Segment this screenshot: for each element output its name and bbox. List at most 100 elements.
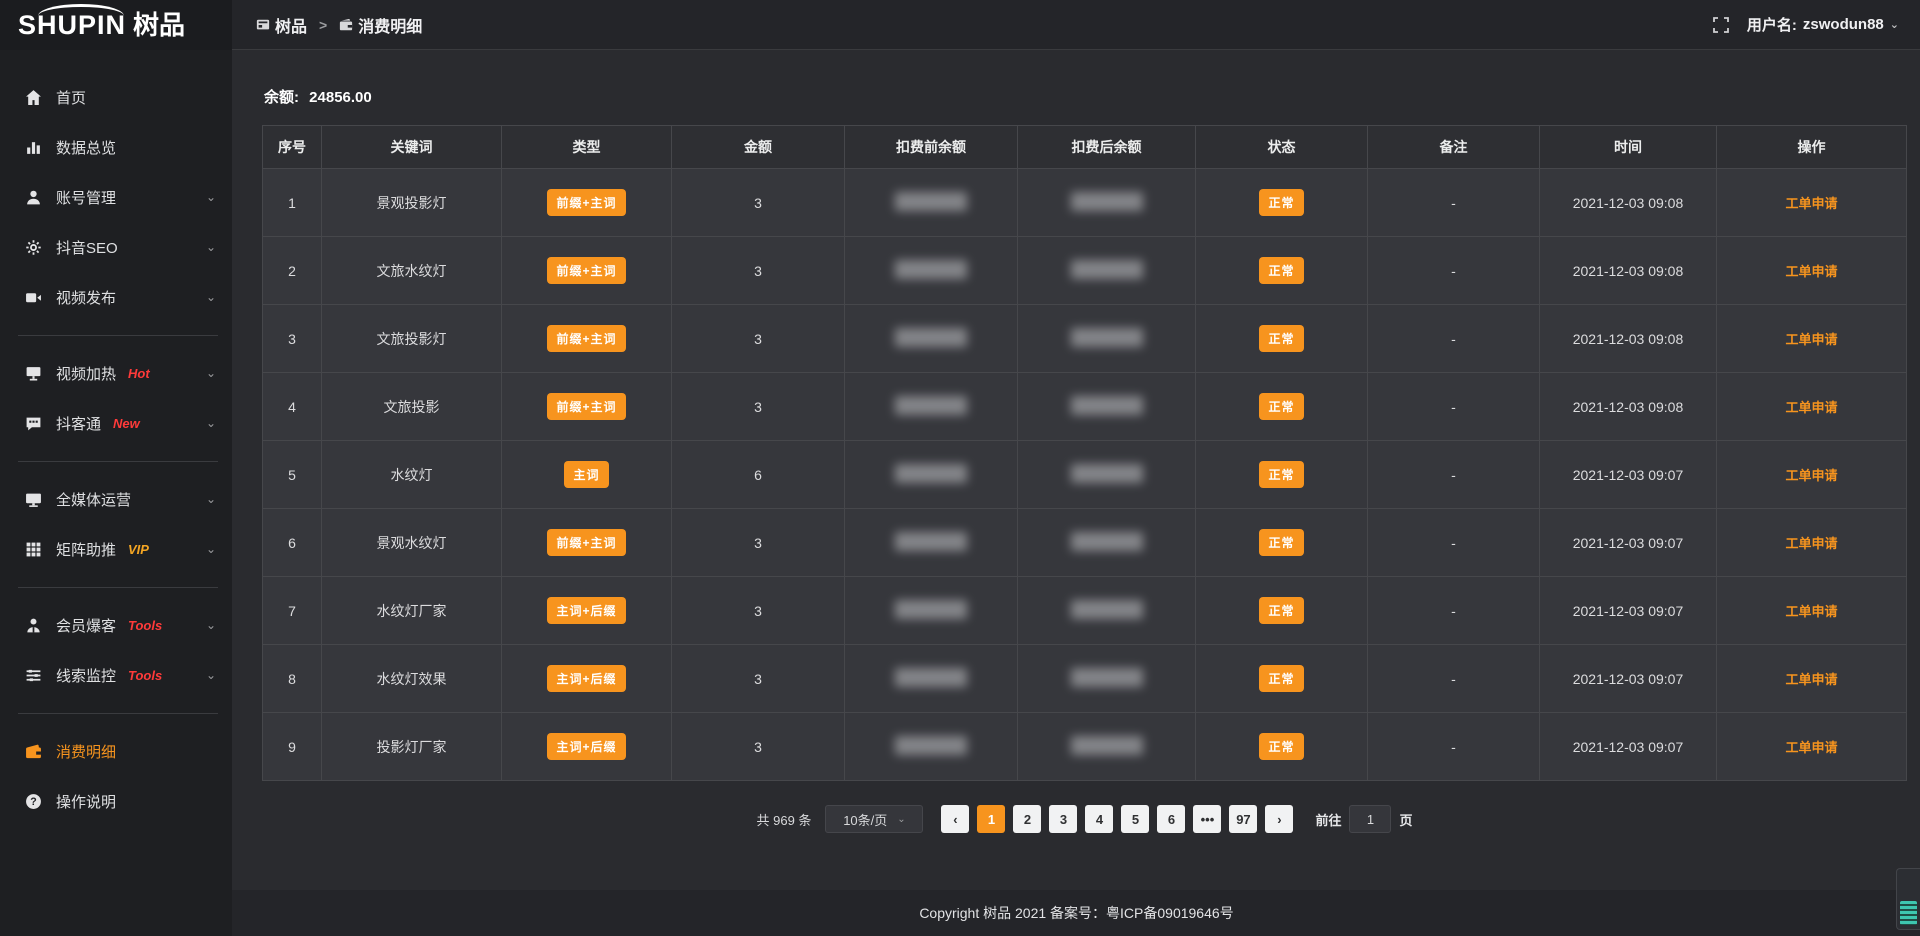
sidebar-item[interactable]: 视频发布 ⌄	[0, 272, 232, 322]
censored-balance-after	[1071, 600, 1143, 619]
cell-index: 8	[263, 645, 322, 713]
chevron-down-icon: ⌄	[206, 190, 216, 204]
work-order-link[interactable]: 工单申请	[1785, 332, 1837, 347]
breadcrumb-separator: >	[319, 17, 327, 33]
cell-index: 1	[263, 169, 322, 237]
page-number-button[interactable]: 6	[1157, 805, 1185, 833]
work-order-link[interactable]: 工单申请	[1785, 672, 1837, 687]
sidebar-item-label: 首页	[56, 87, 86, 108]
chevron-down-icon: ⌄	[897, 814, 905, 825]
user-menu[interactable]: 用户名: zswodun88 ⌄	[1747, 14, 1899, 35]
app-root: SHUPIN 树品 首页 数据总览	[0, 0, 1920, 936]
cell-index: 5	[263, 441, 322, 509]
goto-label: 前往	[1315, 810, 1341, 829]
sidebar-item[interactable]: 消费明细	[0, 726, 232, 776]
censored-balance-after	[1071, 396, 1143, 415]
fullscreen-icon[interactable]	[1713, 17, 1729, 33]
cell-amount: 3	[672, 169, 845, 237]
column-header: 时间	[1540, 126, 1717, 169]
cell-remark: -	[1368, 645, 1540, 713]
censored-balance-before	[895, 328, 967, 347]
censored-balance-after	[1071, 668, 1143, 687]
type-badge: 主词+后缀	[547, 597, 625, 624]
cell-remark: -	[1368, 441, 1540, 509]
page-number-button[interactable]: 1	[977, 805, 1005, 833]
page-number-button[interactable]: 97	[1229, 805, 1257, 833]
cell-remark: -	[1368, 577, 1540, 645]
sidebar-item[interactable]: 首页	[0, 72, 232, 122]
cell-keyword: 景观投影灯	[322, 169, 502, 237]
cell-keyword: 水纹灯	[322, 441, 502, 509]
balance-display: 余额: 24856.00	[264, 86, 1907, 107]
consumption-table: 序号 关键词 类型 金额 扣费前余额 扣费后余额 状态	[262, 125, 1907, 781]
sidebar-item[interactable]: 矩阵助推 VIP ⌄	[0, 524, 232, 574]
sidebar-item-label: 数据总览	[56, 137, 116, 158]
breadcrumb-current[interactable]: 消费明细	[339, 13, 422, 37]
type-badge: 主词+后缀	[547, 733, 625, 760]
username-label: 用户名:	[1747, 14, 1797, 35]
cell-keyword: 投影灯厂家	[322, 713, 502, 781]
sidebar-item[interactable]: 全媒体运营 ⌄	[0, 474, 232, 524]
sidebar-item[interactable]: 线索监控 Tools ⌄	[0, 650, 232, 700]
work-order-link[interactable]: 工单申请	[1785, 536, 1837, 551]
page-number-button[interactable]: •••	[1193, 805, 1221, 833]
cell-keyword: 文旅投影	[322, 373, 502, 441]
column-header: 金额	[672, 126, 845, 169]
status-badge: 正常	[1259, 733, 1303, 760]
page-buttons: 1 2 3 4 5 6 ••• 97	[977, 805, 1257, 833]
sidebar-item[interactable]: 数据总览	[0, 122, 232, 172]
sidebar-item-badge: Hot	[128, 366, 150, 381]
wallet-icon	[339, 18, 353, 32]
censored-balance-after	[1071, 464, 1143, 483]
cell-index: 4	[263, 373, 322, 441]
page-number-button[interactable]: 2	[1013, 805, 1041, 833]
cell-time: 2021-12-03 09:08	[1540, 373, 1717, 441]
table-row: 9 投影灯厂家 主词+后缀 3 正常 - 2021-12-03 09:07 工单…	[263, 713, 1907, 781]
page-number-button[interactable]: 3	[1049, 805, 1077, 833]
work-order-link[interactable]: 工单申请	[1785, 740, 1837, 755]
breadcrumb-root[interactable]: 树品	[256, 13, 307, 37]
work-order-link[interactable]: 工单申请	[1785, 468, 1837, 483]
censored-balance-after	[1071, 736, 1143, 755]
chevron-down-icon: ⌄	[206, 416, 216, 430]
balance-label: 余额:	[264, 89, 299, 106]
status-badge: 正常	[1259, 529, 1303, 556]
sidebar-item[interactable]: 抖音SEO ⌄	[0, 222, 232, 272]
dashboard-icon	[256, 18, 270, 32]
work-order-link[interactable]: 工单申请	[1785, 264, 1837, 279]
page-number-button[interactable]: 5	[1121, 805, 1149, 833]
goto-page-input[interactable]	[1349, 805, 1391, 833]
chat-icon	[24, 414, 42, 432]
sidebar-item[interactable]: 视频加热 Hot ⌄	[0, 348, 232, 398]
work-order-link[interactable]: 工单申请	[1785, 604, 1837, 619]
work-order-link[interactable]: 工单申请	[1785, 400, 1837, 415]
status-badge: 正常	[1259, 325, 1303, 352]
type-badge: 前缀+主词	[547, 325, 625, 352]
goto-page: 前往 页	[1315, 805, 1412, 833]
cell-time: 2021-12-03 09:07	[1540, 713, 1717, 781]
status-badge: 正常	[1259, 189, 1303, 216]
status-badge: 正常	[1259, 597, 1303, 624]
monitor-icon	[24, 490, 42, 508]
sidebar-item[interactable]: 抖客通 New ⌄	[0, 398, 232, 448]
censored-balance-after	[1071, 192, 1143, 211]
app-logo: SHUPIN 树品	[0, 0, 232, 50]
cell-index: 7	[263, 577, 322, 645]
video-icon	[24, 288, 42, 306]
cell-time: 2021-12-03 09:07	[1540, 577, 1717, 645]
next-page-button[interactable]: ›	[1265, 805, 1293, 833]
type-badge: 主词+后缀	[547, 665, 625, 692]
cell-time: 2021-12-03 09:08	[1540, 305, 1717, 373]
sidebar-item[interactable]: 账号管理 ⌄	[0, 172, 232, 222]
page-number-button[interactable]: 4	[1085, 805, 1113, 833]
pagination: 共 969 条 10条/页 ⌄ ‹ 1 2 3 4	[262, 805, 1907, 833]
sidebar-item[interactable]: 会员爆客 Tools ⌄	[0, 600, 232, 650]
logo-arc-decoration	[38, 4, 124, 16]
sidebar-item[interactable]: ? 操作说明	[0, 776, 232, 826]
bar-chart-icon	[24, 138, 42, 156]
floating-widget[interactable]	[1896, 868, 1920, 930]
table-row: 6 景观水纹灯 前缀+主词 3 正常 - 2021-12-03 09:07 工单…	[263, 509, 1907, 577]
work-order-link[interactable]: 工单申请	[1785, 196, 1837, 211]
page-size-select[interactable]: 10条/页 ⌄	[825, 805, 923, 833]
prev-page-button[interactable]: ‹	[941, 805, 969, 833]
